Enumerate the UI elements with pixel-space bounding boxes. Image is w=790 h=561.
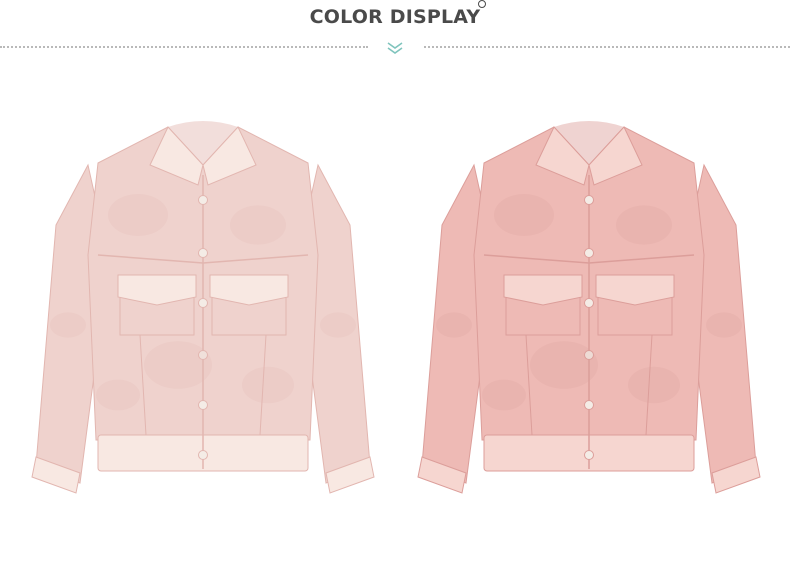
- jacket-button: [584, 400, 594, 410]
- tie-dye-blot: [230, 205, 286, 245]
- tie-dye-blot: [530, 341, 598, 389]
- product-image-pink-jacket: [417, 121, 761, 494]
- section-header: COLOR DISPLAY: [0, 0, 790, 60]
- tie-dye-blot: [494, 194, 554, 236]
- tie-dye-blot: [616, 205, 672, 245]
- jacket-button: [198, 450, 208, 460]
- tie-dye-blot: [144, 341, 212, 389]
- tie-dye-blot: [320, 312, 356, 338]
- jacket-button: [584, 450, 594, 460]
- jacket-button: [198, 248, 208, 258]
- divider-right: [424, 46, 790, 48]
- jacket-button: [198, 195, 208, 205]
- tie-dye-blot: [108, 194, 168, 236]
- product-image-pale-pink-jacket: [31, 121, 375, 494]
- jacket-button: [198, 400, 208, 410]
- jacket-button: [584, 195, 594, 205]
- tie-dye-blot: [50, 312, 86, 338]
- divider-left: [0, 46, 368, 48]
- double-chevron-down-icon: [387, 42, 403, 54]
- tie-dye-blot: [96, 379, 140, 411]
- section-title: COLOR DISPLAY: [309, 6, 481, 28]
- tie-dye-blot: [482, 379, 526, 411]
- tie-dye-blot: [628, 366, 680, 404]
- jacket-button: [584, 298, 594, 308]
- tie-dye-blot: [242, 366, 294, 404]
- degree-mark-icon: [478, 0, 486, 8]
- tie-dye-blot: [706, 312, 742, 338]
- jacket-button: [198, 298, 208, 308]
- jacket-button: [584, 248, 594, 258]
- tie-dye-blot: [436, 312, 472, 338]
